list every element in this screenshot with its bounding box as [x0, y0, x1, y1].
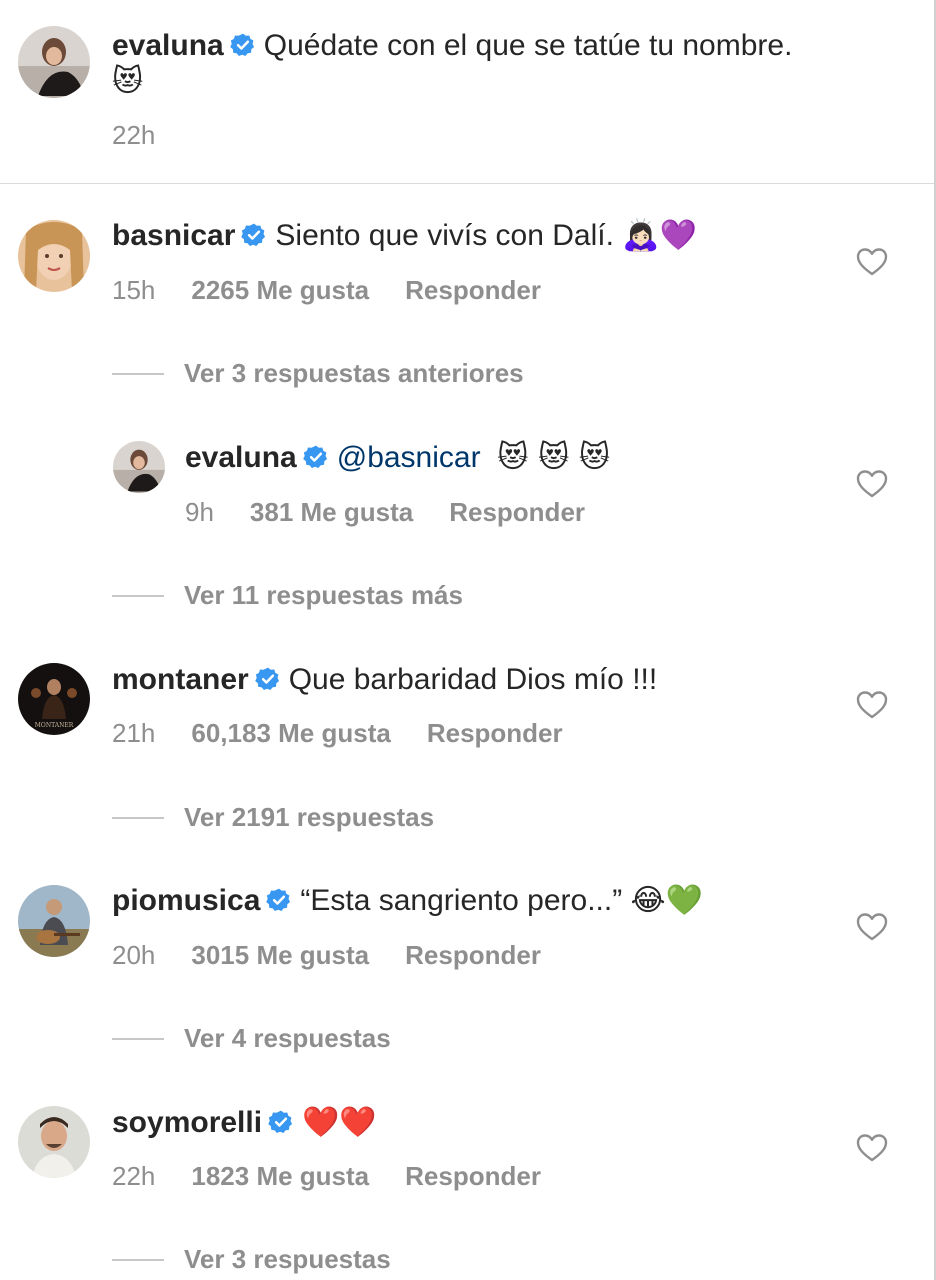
comment-montaner: montaner Que barbaridad Dios mío !!!	[112, 662, 657, 698]
likes-count[interactable]: 1823 Me gusta	[191, 1161, 369, 1191]
reply-username[interactable]: evaluna	[185, 441, 297, 474]
avatar-montaner[interactable]: MONTANER	[18, 663, 90, 735]
avatar-evaluna[interactable]	[18, 26, 90, 98]
comment-piomusica: piomusica “Esta sangriento pero...” 😂💚	[112, 883, 703, 919]
comment-emoji: ❤️❤️	[302, 1105, 377, 1140]
verified-badge-icon	[268, 1109, 294, 1135]
view-replies[interactable]: Ver 3 respuestas	[112, 1244, 391, 1274]
caption-username[interactable]: evaluna	[112, 29, 224, 62]
comment-text: Que barbaridad Dios mío !!!	[288, 663, 658, 696]
comment-text: Siento que vivís con Dalí.	[275, 219, 614, 252]
mention-link[interactable]: @basnicar	[337, 441, 481, 474]
comment-time: 20h	[112, 940, 156, 970]
comment-username[interactable]: basnicar	[112, 219, 235, 252]
comment-time: 21h	[112, 718, 156, 748]
reply-emoji: 😻 😻 😻	[497, 440, 611, 475]
verified-badge-icon	[266, 887, 292, 913]
comment-username[interactable]: montaner	[112, 663, 249, 696]
view-replies-label: Ver 3 respuestas	[184, 1244, 391, 1274]
view-replies-label: Ver 2191 respuestas	[184, 802, 435, 832]
likes-count[interactable]: 60,183 Me gusta	[191, 718, 390, 748]
like-heart-icon[interactable]	[856, 912, 888, 942]
avatar-piomusica[interactable]	[18, 885, 90, 957]
comment-time: 22h	[112, 1161, 156, 1191]
like-heart-icon[interactable]	[856, 1133, 888, 1163]
divider-dash	[112, 595, 164, 598]
view-replies-label: Ver 3 respuestas anteriores	[184, 358, 524, 388]
like-heart-icon[interactable]	[856, 690, 888, 720]
caption-text: evaluna Quédate con el que se tatúe tu no…	[112, 28, 792, 64]
likes-count[interactable]: 381 Me gusta	[250, 497, 413, 527]
avatar-soymorelli[interactable]	[18, 1106, 90, 1178]
view-replies-label: Ver 4 respuestas	[184, 1023, 391, 1053]
reply-evaluna: evaluna @basnicar 😻 😻 😻	[185, 440, 610, 476]
avatar-label: MONTANER	[35, 722, 74, 729]
view-replies[interactable]: Ver 2191 respuestas	[112, 802, 434, 832]
caption-emoji: 😻	[112, 64, 144, 99]
comment-time: 15h	[112, 275, 156, 305]
reply-time: 9h	[185, 497, 214, 527]
divider-dash	[112, 1259, 164, 1262]
view-more-replies[interactable]: Ver 11 respuestas más	[112, 580, 463, 610]
reply-meta: 9h 381 Me gusta Responder	[185, 497, 585, 527]
verified-badge-icon	[302, 444, 329, 470]
reply-button[interactable]: Responder	[405, 940, 541, 970]
reply-button[interactable]: Responder	[405, 1161, 541, 1191]
post-caption: evaluna Quédate con el que se tatúe tu no…	[0, 0, 936, 184]
divider-dash	[112, 373, 164, 376]
view-previous-replies[interactable]: Ver 3 respuestas anteriores	[112, 358, 524, 388]
divider-dash	[112, 817, 164, 820]
comment-basnicar: basnicar Siento que vivís con Dalí. 🙇🏻‍♀️…	[112, 218, 697, 254]
view-replies-label: Ver 11 respuestas más	[184, 580, 463, 610]
verified-badge-icon	[254, 666, 281, 692]
comment-meta: 15h 2265 Me gusta Responder	[112, 275, 541, 305]
comment-emoji: 🙇🏻‍♀️💜	[622, 218, 697, 253]
verified-badge-icon	[241, 222, 267, 248]
comment-meta: 20h 3015 Me gusta Responder	[112, 940, 541, 970]
likes-count[interactable]: 2265 Me gusta	[191, 275, 369, 305]
comment-meta: 22h 1823 Me gusta Responder	[112, 1161, 541, 1191]
avatar-evaluna-reply[interactable]	[113, 441, 165, 493]
comment-username[interactable]: soymorelli	[112, 1106, 262, 1139]
verified-badge-icon	[229, 32, 256, 58]
reply-button[interactable]: Responder	[427, 718, 563, 748]
divider-dash	[112, 1038, 164, 1041]
reply-button[interactable]: Responder	[405, 275, 541, 305]
likes-count[interactable]: 3015 Me gusta	[191, 940, 369, 970]
like-heart-icon[interactable]	[856, 247, 888, 277]
caption-time: 22h	[112, 120, 156, 150]
comment-soymorelli: soymorelli ❤️❤️	[112, 1105, 377, 1141]
comment-username[interactable]: piomusica	[112, 884, 260, 917]
caption-body: Quédate con el que se tatúe tu nombre.	[263, 29, 793, 62]
view-replies[interactable]: Ver 4 respuestas	[112, 1023, 391, 1053]
comment-emoji: 😂💚	[630, 883, 703, 918]
comment-meta: 21h 60,183 Me gusta Responder	[112, 718, 563, 748]
reply-button[interactable]: Responder	[449, 497, 585, 527]
like-heart-icon[interactable]	[856, 469, 888, 499]
avatar-basnicar[interactable]	[18, 220, 90, 292]
comment-text: “Esta sangriento pero...”	[300, 884, 623, 917]
